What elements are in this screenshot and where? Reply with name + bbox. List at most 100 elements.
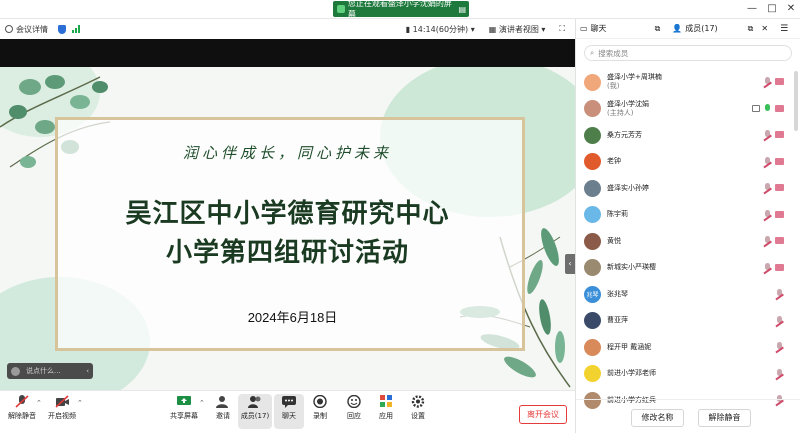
member-name: 程开甲 戴涵妮 <box>607 342 652 351</box>
member-row[interactable]: 盛泽小学沈娟 (主持人) <box>576 96 800 123</box>
mic-muted-icon[interactable] <box>775 315 784 326</box>
mic-muted-icon[interactable] <box>763 130 772 140</box>
fullscreen-icon[interactable]: ⛶ <box>559 24 565 34</box>
camera-off-icon[interactable] <box>775 131 784 138</box>
mic-muted-icon[interactable] <box>763 262 772 273</box>
share-screen-icon <box>177 395 191 408</box>
mic-muted-icon[interactable] <box>763 77 772 87</box>
member-name-block: 程开甲 戴涵妮 <box>607 343 651 352</box>
share-options-chevron-icon[interactable]: ⌃ <box>199 399 205 407</box>
popout-icon[interactable]: ⧉ <box>748 24 754 34</box>
avatar <box>584 100 601 118</box>
video-options-chevron-icon[interactable]: ⌃ <box>77 399 83 407</box>
share-screen-button[interactable]: 共享屏幕 <box>166 395 202 421</box>
banner-menu-icon[interactable]: ▤ <box>458 5 466 14</box>
mic-muted-icon <box>15 395 29 408</box>
member-row[interactable]: 盛泽实小孙婷 <box>576 175 800 202</box>
chat-button[interactable]: 聊天 <box>274 394 304 429</box>
invite-button[interactable]: 邀请 <box>205 395 241 421</box>
member-row[interactable]: 兆琴 张兆琴 <box>576 281 800 308</box>
member-row[interactable]: 盛泽小学+周琪楠 (我) <box>576 69 800 96</box>
view-mode-dropdown[interactable]: ▦ 演讲者视图 ▾ <box>489 24 546 35</box>
camera-off-icon[interactable] <box>775 263 784 271</box>
meeting-details-link[interactable]: 会议详情 <box>16 24 48 35</box>
member-name: 前进小学邓老师 <box>607 369 656 378</box>
member-name-block: 黄悦 <box>607 237 621 246</box>
member-row[interactable]: 曹亚萍 <box>576 308 800 335</box>
shield-icon[interactable] <box>58 24 66 34</box>
camera-off-icon[interactable] <box>775 237 784 244</box>
mic-muted-icon[interactable] <box>775 368 784 379</box>
member-row[interactable]: 黄悦 <box>576 228 800 255</box>
chat-bubble-icon: ▭ <box>580 24 588 33</box>
view-mode-text: 演讲者视图 <box>498 24 539 34</box>
panel-tabs: ▭ 聊天 ⧉ 👤 成员(17) ⧉ ✕ ☰ <box>576 19 800 39</box>
mic-muted-icon[interactable] <box>763 156 772 167</box>
side-panel: ▭ 聊天 ⧉ 👤 成员(17) ⧉ ✕ ☰ ⌕ 搜索成员 盛泽小学+周琪楠 (我)… <box>575 19 800 433</box>
tab-chat-label: 聊天 <box>590 24 607 33</box>
camera-off-icon[interactable] <box>775 184 784 191</box>
person-icon: 👤 <box>672 24 683 33</box>
camera-off-icon[interactable] <box>775 157 784 165</box>
member-row[interactable]: 前进小学邓老师 <box>576 361 800 388</box>
avatar <box>584 312 601 330</box>
settings-button[interactable]: 设置 <box>400 395 436 421</box>
slide-title-line1: 吴江区中小学德育研究中心 <box>125 199 450 229</box>
member-name: 桑方元芳芳 <box>607 130 642 139</box>
leave-meeting-button[interactable]: 离开会议 <box>519 405 567 424</box>
chat-quick-input[interactable]: 说点什么... ‹ <box>7 363 93 379</box>
reactions-button[interactable]: 回应 <box>336 394 372 421</box>
unmute-all-button[interactable]: 解除静音 <box>698 409 751 427</box>
member-row[interactable]: 新城实小严瑛樱 <box>576 255 800 282</box>
avatar <box>584 73 601 91</box>
member-row[interactable]: 陈宇莉 <box>576 202 800 229</box>
mic-muted-icon[interactable] <box>763 183 772 193</box>
close-window-button[interactable]: ✕ <box>784 3 798 14</box>
tab-members[interactable]: 👤 成员(17) <box>672 23 717 34</box>
audio-options-chevron-icon[interactable]: ⌃ <box>36 399 42 407</box>
camera-off-icon[interactable] <box>775 78 784 85</box>
collapse-chevron-icon[interactable]: ‹ <box>86 367 89 375</box>
tab-chat[interactable]: ▭ 聊天 <box>580 23 607 34</box>
maximize-button[interactable]: □ <box>765 3 779 14</box>
mic-muted-icon[interactable] <box>763 236 772 246</box>
camera-off-icon[interactable] <box>775 104 784 112</box>
record-button[interactable]: 录制 <box>302 394 338 421</box>
member-search-input[interactable]: ⌕ 搜索成员 <box>584 45 792 61</box>
member-name: 张兆琴 <box>607 289 628 298</box>
member-list: 盛泽小学+周琪楠 (我) 盛泽小学沈娟 (主持人) 桑方元芳芳老钟盛泽实小孙婷 陈宇莉黄悦… <box>576 69 800 414</box>
member-name-block: 盛泽小学+周琪楠 (我) <box>607 73 662 91</box>
start-video-label: 开启视频 <box>48 412 76 420</box>
camera-off-icon[interactable] <box>775 210 784 218</box>
screen-share-banner[interactable]: 您正在观看盛泽小学沈娟的屏幕 ▤ <box>333 0 469 19</box>
start-video-button[interactable]: 开启视频 <box>44 395 80 421</box>
signal-icon[interactable] <box>72 25 80 33</box>
close-panel-icon[interactable]: ✕ <box>761 24 768 33</box>
rename-button[interactable]: 修改名称 <box>631 409 684 427</box>
more-menu-icon[interactable]: ☰ <box>780 24 788 34</box>
mic-muted-icon[interactable] <box>763 209 772 220</box>
avatar <box>584 153 601 171</box>
member-row[interactable]: 桑方元芳芳 <box>576 122 800 149</box>
members-button[interactable]: 成员(17) <box>238 394 272 429</box>
member-row[interactable]: 老钟 <box>576 149 800 176</box>
record-icon <box>313 394 327 409</box>
member-row[interactable]: 程开甲 戴涵妮 <box>576 334 800 361</box>
unmute-button[interactable]: 解除静音 <box>4 395 40 421</box>
apps-button[interactable]: 应用 <box>368 395 404 421</box>
mic-on-icon[interactable] <box>763 103 772 114</box>
popout-icon[interactable]: ⧉ <box>655 24 661 34</box>
panel-toggle-chevron-icon[interactable]: ‹ <box>565 254 575 274</box>
mic-muted-icon[interactable] <box>775 342 784 352</box>
mic-muted-icon[interactable] <box>775 289 784 299</box>
share-status-icon <box>337 5 345 13</box>
panel-footer: 修改名称 解除静音 <box>576 399 800 433</box>
meeting-timer[interactable]: ▮ 14:14(60分钟) ▾ <box>406 24 475 35</box>
minimize-button[interactable]: — <box>745 3 759 14</box>
member-name-block: 曹亚萍 <box>607 316 628 325</box>
avatar: 兆琴 <box>584 285 601 303</box>
member-name: 陈宇莉 <box>607 210 628 219</box>
slide-title-line2: 小学第四组研讨活动 <box>165 238 409 268</box>
member-list-scrollbar[interactable] <box>794 71 798 131</box>
member-name-block: 盛泽实小孙婷 <box>607 184 649 193</box>
